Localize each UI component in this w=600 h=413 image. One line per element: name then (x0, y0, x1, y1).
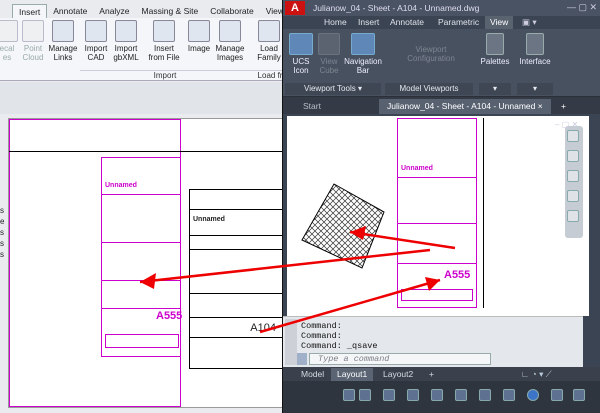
arrow-to-revit (139, 248, 431, 284)
overlay-annotations (139, 183, 456, 334)
arrow-to-acad (259, 278, 441, 334)
arrowhead (140, 273, 156, 289)
arrowhead (425, 277, 440, 291)
red-arrows (139, 226, 456, 334)
